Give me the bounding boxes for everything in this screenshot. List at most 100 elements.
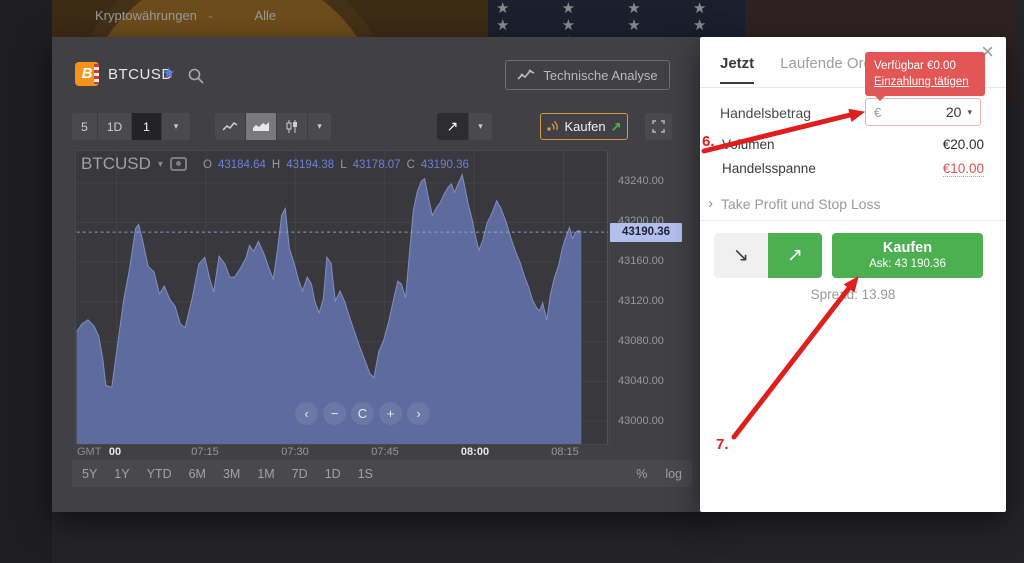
trend-dropdown-button[interactable]: ▾ (469, 113, 492, 140)
close-label: C (407, 159, 415, 171)
margin-row: Handelsspanne €10.00 (722, 161, 984, 177)
direction-buttons: ↘ ↗ (714, 233, 822, 278)
current-price-badge: 43190.36 (610, 223, 682, 242)
x-tick-label: 08:15 (543, 446, 587, 458)
area-chart-icon (252, 121, 270, 132)
interval-segmented-control: 5 1D 1 ▾ (72, 113, 190, 140)
chevron-down-icon: ▾ (174, 121, 179, 132)
interval-1d-button[interactable]: 1D (98, 113, 132, 140)
sell-arrow-icon: ↘ (733, 244, 749, 267)
left-rail (0, 0, 52, 563)
signal-icon (546, 120, 559, 133)
percent-scale-button[interactable]: % (636, 467, 647, 481)
category-breadcrumb: Kryptowährungen ⌄ Alle (95, 8, 276, 23)
available-balance-text: Verfügbar €0.00 (874, 58, 976, 74)
pan-right-button[interactable]: › (407, 402, 430, 425)
snapshot-icon[interactable] (170, 157, 187, 171)
range-button-ytd[interactable]: YTD (147, 467, 172, 481)
high-value: 43194.38 (286, 159, 334, 171)
y-tick-label: 43240.00 (618, 175, 664, 187)
balance-tooltip: Verfügbar €0.00 Einzahlung tätigen (865, 52, 985, 96)
open-label: O (203, 159, 212, 171)
range-button-6m[interactable]: 6M (189, 467, 206, 481)
area-chart-type-button[interactable] (246, 113, 277, 140)
kaufen-ask-price: Ask: 43 190.36 (832, 258, 983, 270)
chart-type-segmented-control: ▾ (215, 113, 331, 140)
kaufen-button-label: Kaufen (832, 240, 983, 256)
range-button-1s[interactable]: 1S (358, 467, 373, 481)
buy-arrow-icon: ↗ (787, 244, 803, 267)
fullscreen-icon (652, 120, 665, 133)
chevron-down-icon[interactable]: ▾ (967, 107, 972, 118)
y-tick-label: 43160.00 (618, 255, 664, 267)
order-tabs: Jetzt Laufende Order (720, 55, 885, 84)
open-value: 43184.64 (218, 159, 266, 171)
interval-1-button[interactable]: 1 (132, 113, 162, 140)
chart-symbol-label: BTCUSD (81, 154, 151, 174)
x-tick-label: 08:00 (453, 446, 497, 458)
spread-text: Spread: 13.98 (700, 287, 1006, 302)
x-tick-label: 07:15 (183, 446, 227, 458)
chevron-down-icon: ▾ (317, 121, 322, 132)
volume-label: Volumen (722, 137, 775, 152)
order-panel: × Jetzt Laufende Order Verfügbar €0.00 E… (700, 37, 1006, 512)
close-value: 43190.36 (421, 159, 469, 171)
favorite-star-icon[interactable]: ★ (162, 64, 175, 82)
fullscreen-button[interactable] (645, 113, 672, 140)
zoom-out-button[interactable]: − (323, 402, 346, 425)
search-icon[interactable] (187, 67, 205, 85)
kaufen-button[interactable]: Kaufen Ask: 43 190.36 (832, 233, 983, 278)
volume-value: €20.00 (943, 137, 984, 152)
interval-5-button[interactable]: 5 (72, 113, 98, 140)
chart-type-dropdown-button[interactable]: ▾ (308, 113, 331, 140)
y-tick-label: 43000.00 (618, 415, 664, 427)
amount-input[interactable] (881, 104, 961, 120)
line-chart-icon (517, 69, 535, 81)
range-buttons-group: 5Y 1Y YTD 6M 3M 1M 7D 1D 1S (82, 465, 390, 483)
price-chart[interactable] (75, 150, 610, 445)
take-profit-stop-loss-toggle[interactable]: › Take Profit und Stop Loss (708, 195, 881, 212)
chart-symbol-dropdown[interactable]: BTCUSD ▾ (81, 154, 187, 174)
tab-jetzt[interactable]: Jetzt (720, 55, 754, 84)
interval-dropdown-button[interactable]: ▾ (162, 113, 190, 140)
log-scale-button[interactable]: log (665, 467, 682, 481)
reset-view-button[interactable]: C (351, 402, 374, 425)
pan-left-button[interactable]: ‹ (295, 402, 318, 425)
chevron-down-icon[interactable]: ⌄ (207, 10, 215, 21)
range-button-7d[interactable]: 7D (292, 467, 308, 481)
line-chart-type-button[interactable] (215, 113, 246, 140)
currency-symbol: € (874, 105, 881, 120)
filter-all-label[interactable]: Alle (254, 8, 276, 23)
high-label: H (272, 159, 280, 171)
technical-analysis-button[interactable]: Technische Analyse (505, 60, 670, 90)
range-button-1d[interactable]: 1D (325, 467, 341, 481)
margin-label: Handelsspanne (722, 161, 816, 177)
range-button-3m[interactable]: 3M (223, 467, 240, 481)
zoom-in-button[interactable]: + (379, 402, 402, 425)
candlestick-icon (285, 120, 299, 133)
deposit-link[interactable]: Einzahlung tätigen (874, 74, 976, 90)
range-button-5y[interactable]: 5Y (82, 467, 97, 481)
candlestick-chart-type-button[interactable] (277, 113, 308, 140)
chart-modal: B BTCUSD ★ Technische Analyse 5 1D 1 ▾ (52, 37, 712, 512)
take-profit-stop-loss-label: Take Profit und Stop Loss (721, 196, 881, 212)
low-label: L (340, 159, 346, 171)
chart-nav-controls: ‹ − C + › (295, 402, 430, 425)
y-axis[interactable]: 43240.0043200.0043160.0043120.0043080.00… (618, 150, 698, 445)
x-axis[interactable]: GMT 0007:1507:3007:4508:0008:15 (75, 445, 700, 461)
y-tick-label: 43040.00 (618, 375, 664, 387)
range-button-1y[interactable]: 1Y (114, 467, 129, 481)
buy-direction-button[interactable]: ↗ (768, 233, 822, 278)
category-label[interactable]: Kryptowährungen (95, 8, 197, 23)
trade-amount-label: Handelsbetrag (720, 105, 811, 121)
section-divider (700, 220, 1006, 221)
sell-direction-button[interactable]: ↘ (714, 233, 768, 278)
toolbar-buy-button[interactable]: Kaufen ↗ (540, 113, 628, 140)
line-chart-icon (222, 122, 238, 132)
bitcoin-logo-icon: B (75, 62, 99, 86)
x-tick-label: 07:30 (273, 446, 317, 458)
trend-arrow-button[interactable]: ↗ (437, 113, 469, 140)
range-button-1m[interactable]: 1M (257, 467, 274, 481)
chevron-down-icon: ▾ (478, 121, 483, 132)
buy-up-arrow-icon: ↗ (611, 119, 622, 135)
